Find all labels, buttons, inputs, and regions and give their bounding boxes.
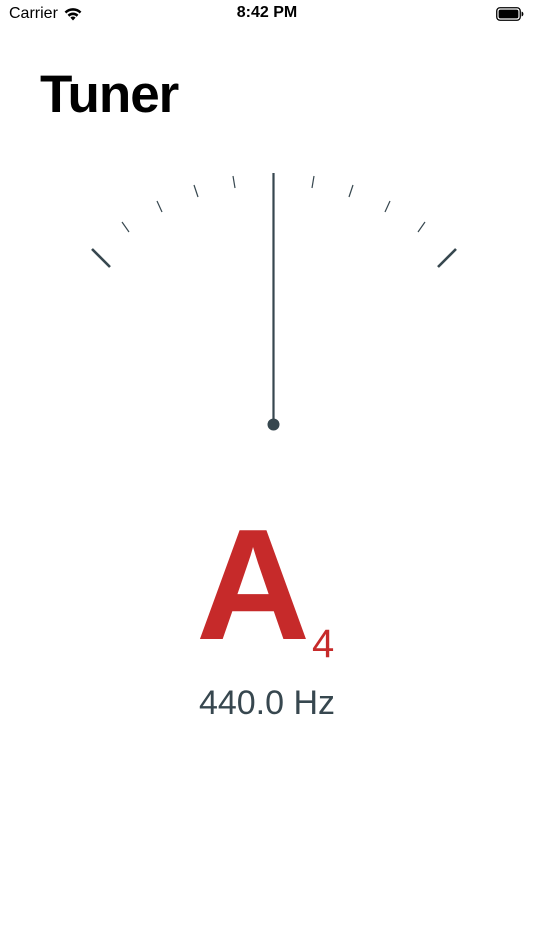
- tuner-meter: [91, 173, 457, 431]
- needle-pivot: [267, 418, 280, 431]
- tick-minor: [121, 221, 130, 233]
- tick-minor: [156, 200, 163, 213]
- tick-minor: [384, 200, 391, 213]
- tick-major-right: [437, 248, 457, 268]
- frequency-readout: 440.0 Hz: [198, 684, 336, 722]
- tick-minor: [348, 184, 354, 198]
- note-display: A 4: [0, 506, 534, 666]
- tick-minor: [232, 175, 236, 189]
- tick-minor: [417, 221, 426, 233]
- tick-major-left: [91, 248, 111, 268]
- tick-minor: [311, 175, 315, 189]
- note-name: A: [196, 497, 311, 673]
- note-octave: 4: [312, 622, 335, 666]
- meter-needle: [267, 173, 280, 431]
- tick-minor: [193, 184, 199, 198]
